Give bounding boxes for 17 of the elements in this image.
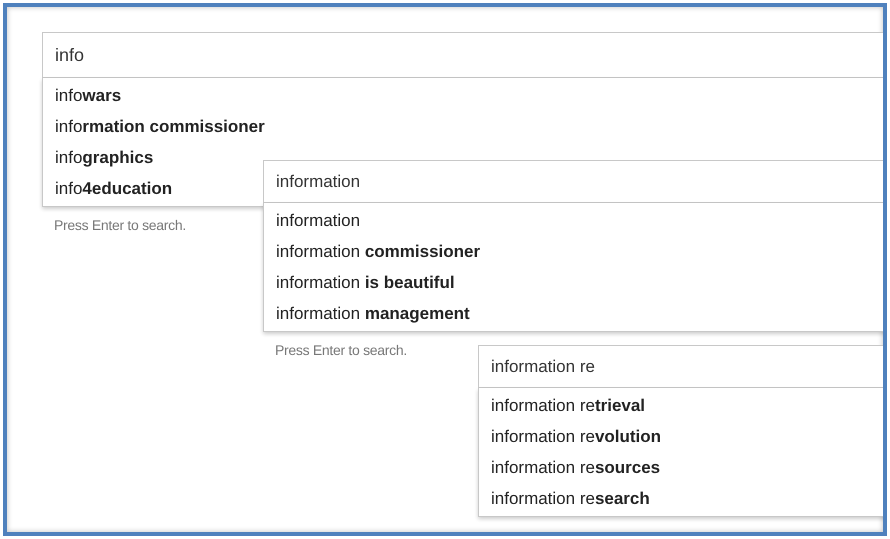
suggestion-item[interactable]: information commissioner xyxy=(264,236,484,267)
suggestion-item[interactable]: information research xyxy=(479,483,654,514)
suggestion-item[interactable]: information revolution xyxy=(479,421,666,452)
suggestion-item[interactable]: information management xyxy=(264,298,474,329)
suggestion-item[interactable]: infographics xyxy=(43,142,158,173)
suggestion-item[interactable]: info4education xyxy=(43,173,176,204)
suggestion-item[interactable]: information commissioner xyxy=(43,111,269,142)
suggestion-item[interactable]: infowars xyxy=(43,80,126,111)
hint-text: Press Enter to search. xyxy=(54,216,186,235)
suggestion-item[interactable]: information resources xyxy=(479,452,664,483)
suggestion-item[interactable]: information xyxy=(264,205,364,236)
search-field[interactable]: information re xyxy=(478,345,883,388)
search-field[interactable]: info xyxy=(42,32,883,78)
hint-text: Press Enter to search. xyxy=(275,341,407,360)
suggestion-item[interactable]: information retrieval xyxy=(479,390,650,421)
suggestion-item[interactable]: information is beautiful xyxy=(264,267,459,298)
search-field[interactable]: information xyxy=(263,160,883,203)
